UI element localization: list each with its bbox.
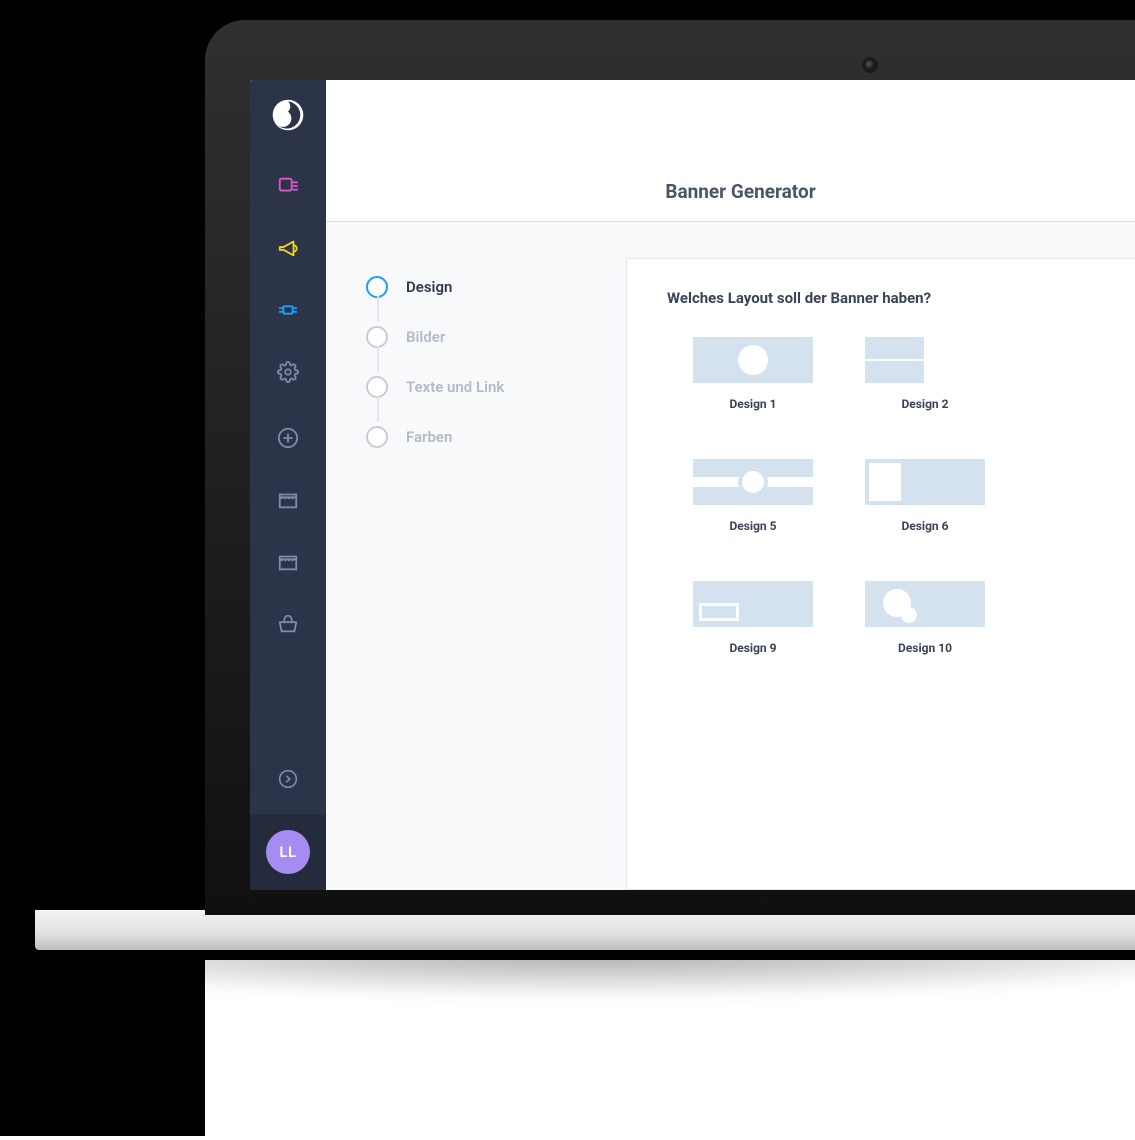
laptop-base xyxy=(35,910,1135,950)
sidebar-item-settings[interactable] xyxy=(274,358,302,386)
wizard-stepper: Design Bilder Texte und Link xyxy=(366,258,626,890)
step-texte-und-link[interactable]: Texte und Link xyxy=(366,362,626,412)
sidebar-bottom: LL xyxy=(250,744,326,890)
design-thumbnail-icon xyxy=(693,581,813,627)
step-dot-icon xyxy=(366,276,388,298)
design-label: Design 6 xyxy=(901,519,948,533)
design-label: Design 2 xyxy=(901,397,948,411)
sidebar-item-catalog[interactable] xyxy=(274,172,302,200)
sidebar-user[interactable]: LL xyxy=(250,814,326,890)
step-dot-icon xyxy=(366,376,388,398)
step-farben[interactable]: Farben xyxy=(366,412,626,462)
laptop-screen: LL Banner Generator xyxy=(250,80,1135,890)
title-bar: Banner Generator xyxy=(326,162,1135,222)
sidebar-item-marketing[interactable] xyxy=(274,234,302,262)
design-label: Design 5 xyxy=(729,519,776,533)
sidebar-expand-button[interactable] xyxy=(250,744,326,814)
design-option-9[interactable]: Design 9 xyxy=(667,581,839,655)
step-label: Texte und Link xyxy=(406,378,504,396)
laptop-shadow xyxy=(35,950,1135,1020)
sidebar-item-plugin[interactable] xyxy=(274,296,302,324)
design-option-5[interactable]: Design 5 xyxy=(667,459,839,533)
step-bilder[interactable]: Bilder xyxy=(366,312,626,362)
panel-question: Welches Layout soll der Banner haben? xyxy=(667,289,1135,307)
sidebar-item-storefront-2[interactable] xyxy=(274,548,302,576)
sidebar: LL xyxy=(250,80,326,890)
app-logo-icon[interactable] xyxy=(271,98,305,132)
top-blank-bar xyxy=(326,80,1135,162)
design-label: Design 10 xyxy=(898,641,952,655)
sidebar-nav-secondary xyxy=(274,424,302,638)
design-label: Design 1 xyxy=(729,397,776,411)
app-root: LL Banner Generator xyxy=(250,80,1135,890)
page-title: Banner Generator xyxy=(665,180,815,203)
sidebar-nav-primary xyxy=(274,172,302,386)
laptop-mockup: LL Banner Generator xyxy=(205,0,1135,1136)
design-thumbnail-icon xyxy=(865,459,985,505)
laptop-bezel: LL Banner Generator xyxy=(205,20,1135,915)
design-label: Design 9 xyxy=(729,641,776,655)
main-column: Banner Generator Design xyxy=(326,80,1135,890)
user-avatar[interactable]: LL xyxy=(266,830,310,874)
sidebar-item-add[interactable] xyxy=(274,424,302,452)
step-dot-icon xyxy=(366,426,388,448)
design-thumbnail-icon xyxy=(693,337,813,383)
step-design[interactable]: Design xyxy=(366,262,626,312)
design-option-10[interactable]: Design 10 xyxy=(839,581,1011,655)
sidebar-item-storefront-1[interactable] xyxy=(274,486,302,514)
design-thumbnail-icon xyxy=(865,581,985,627)
design-option-1[interactable]: Design 1 xyxy=(667,337,839,411)
design-panel: Welches Layout soll der Banner haben? De… xyxy=(626,258,1135,890)
design-thumbnail-icon xyxy=(865,337,985,383)
laptop-camera-icon xyxy=(865,60,875,70)
content-area: Design Bilder Texte und Link xyxy=(326,222,1135,890)
design-grid: Design 1 Design 2 xyxy=(667,337,1135,655)
sidebar-item-basket[interactable] xyxy=(274,610,302,638)
step-label: Farben xyxy=(406,428,452,446)
step-dot-icon xyxy=(366,326,388,348)
step-label: Bilder xyxy=(406,328,445,346)
design-option-6[interactable]: Design 6 xyxy=(839,459,1011,533)
design-option-2[interactable]: Design 2 xyxy=(839,337,1011,411)
design-thumbnail-icon xyxy=(693,459,813,505)
step-label: Design xyxy=(406,278,452,296)
